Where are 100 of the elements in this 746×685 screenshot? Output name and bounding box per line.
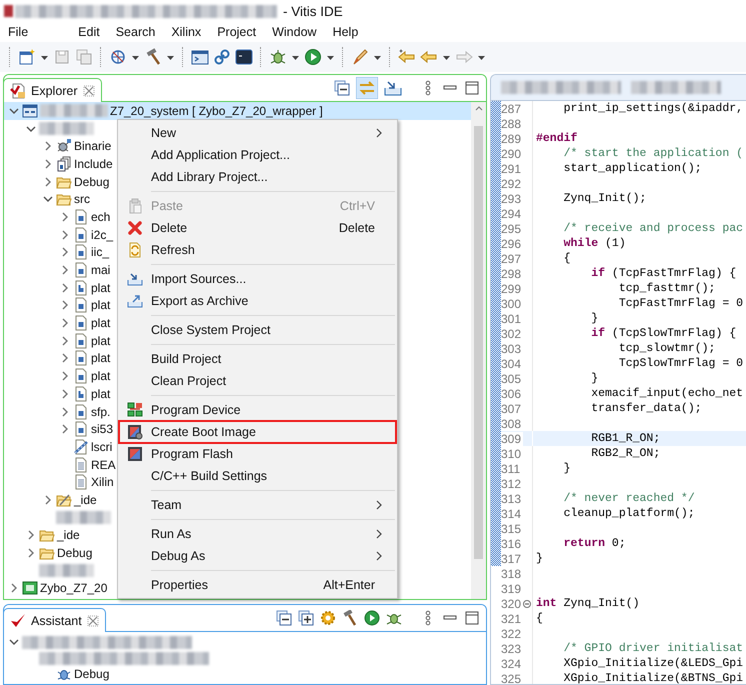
fold-icon[interactable] [523, 598, 531, 608]
line-number: 320 [501, 596, 522, 610]
tree-item[interactable]: i2c_ [4, 226, 114, 244]
tree-item[interactable]: plat [4, 296, 110, 314]
menu[interactable]: Help [324, 25, 366, 39]
menu-item[interactable]: Properties Alt+Enter [118, 574, 397, 596]
code-line: XGpio_Initialize(&LEDS_Gpi [562, 657, 744, 670]
line-number: 308 [501, 416, 522, 430]
code-line: tcp_fasttmr(); [618, 282, 716, 295]
tree-item[interactable]: Z7_20_system [ Zybo_Z7_20_wrapper ] [4, 102, 471, 120]
tree-item[interactable]: plat [4, 367, 110, 385]
new-file-icon[interactable] [18, 48, 36, 66]
binaries-icon [56, 138, 72, 154]
tree-item[interactable]: _ide [4, 526, 80, 544]
code-line: cleanup_platform(); [562, 507, 696, 520]
expand-all-icon[interactable] [298, 610, 314, 626]
board-icon [22, 580, 38, 596]
hammer-icon[interactable] [144, 48, 162, 66]
menu-item[interactable]: New [118, 122, 397, 144]
code-line: } [562, 462, 572, 475]
line-number: 297 [501, 252, 522, 266]
code-line: /* receive and process pac [562, 222, 744, 235]
tree-item[interactable]: si53 [4, 420, 114, 438]
menu-item[interactable]: Team [118, 494, 397, 516]
tree-item[interactable]: Zybo_Z7_20 [4, 580, 108, 598]
maximize-icon[interactable] [464, 610, 480, 626]
tree-item[interactable]: mai [4, 261, 110, 279]
menu-item[interactable]: Build Project [118, 348, 397, 370]
menu[interactable]: Window [264, 25, 325, 39]
menu[interactable]: Project [209, 25, 264, 39]
import-icon[interactable] [384, 80, 402, 96]
hammer-icon[interactable] [342, 610, 358, 626]
boot-image-icon [126, 424, 142, 440]
tree-item[interactable]: Debug [4, 544, 92, 562]
line-number: 310 [501, 446, 522, 460]
gear-icon[interactable] [320, 610, 336, 626]
assistant-tab[interactable]: Assistant [4, 608, 106, 632]
c-file-icon [73, 332, 89, 349]
tree-item[interactable]: plat [4, 314, 110, 332]
explorer-tab[interactable]: Explorer [4, 78, 102, 102]
console-icon[interactable] [235, 48, 253, 66]
tree-item[interactable]: ech [4, 208, 110, 226]
run-icon[interactable] [304, 48, 322, 66]
tree-item[interactable]: _ide [4, 491, 97, 509]
code-line: while (1) [562, 237, 627, 250]
refresh-icon [126, 242, 142, 258]
link-icon[interactable] [213, 48, 231, 66]
tree-item[interactable]: plat [4, 350, 110, 368]
tree-item[interactable]: plat [4, 332, 110, 350]
c-file-icon [73, 226, 89, 243]
menu-item[interactable]: Program Device [118, 399, 397, 421]
code-line: if (TcpSlowTmrFlag) { [590, 327, 738, 340]
menu-item[interactable]: Program Flash [118, 443, 397, 465]
globe-icon[interactable] [109, 48, 127, 66]
menu-item[interactable]: Import Sources... [118, 268, 397, 290]
line-number: 303 [501, 342, 522, 356]
run-icon[interactable] [364, 610, 380, 626]
terminal-icon[interactable] [191, 48, 209, 66]
menu-item[interactable]: Add Application Project... [118, 144, 397, 166]
menu-item[interactable]: Close System Project [118, 319, 397, 341]
menu[interactable]: Xilinx [163, 25, 210, 39]
code-line: print_ip_settings(&ipaddr, [562, 102, 744, 115]
h-file-icon [73, 386, 89, 402]
menu[interactable]: Search [108, 25, 164, 39]
maximize-icon[interactable] [464, 80, 480, 96]
menu-item[interactable]: Refresh [118, 239, 397, 261]
line-number: 302 [501, 326, 522, 340]
tree-item[interactable]: REA [4, 456, 116, 474]
scroll-up-icon[interactable] [474, 104, 484, 112]
collapse-all-icon[interactable] [334, 80, 350, 96]
scrollbar-thumb[interactable] [474, 126, 483, 559]
tree-item[interactable]: lscri [4, 438, 112, 456]
close-icon[interactable] [82, 84, 95, 96]
menu-item[interactable]: Add Library Project... [118, 166, 397, 188]
menu[interactable]: File [0, 25, 36, 39]
tree-item[interactable]: sfp. [4, 402, 110, 420]
bug-icon[interactable] [269, 48, 287, 66]
menu-item[interactable]: Delete Delete [118, 217, 397, 239]
c-file-icon [73, 421, 89, 438]
scrollbar[interactable] [471, 102, 486, 599]
close-icon[interactable] [86, 614, 99, 626]
menu-item[interactable]: Export as Archive [118, 290, 397, 312]
tree-item[interactable]: Debug [4, 172, 110, 190]
tree-item[interactable]: plat [4, 278, 110, 297]
menu-item[interactable]: C/C++ Build Settings [118, 465, 397, 487]
tree-item[interactable]: Include [4, 155, 113, 173]
tree-item[interactable]: plat [4, 385, 110, 403]
collapse-all-icon[interactable] [276, 610, 292, 626]
menu-item[interactable]: Clean Project [118, 370, 397, 392]
tree-item[interactable]: Binarie [4, 137, 112, 156]
menu-item[interactable]: Run As [118, 523, 397, 545]
import-icon [126, 271, 142, 287]
tree-item[interactable]: Debug [4, 666, 110, 682]
tree-item[interactable]: iic_ [4, 244, 110, 262]
menu[interactable]: Edit [70, 25, 108, 39]
menu-item[interactable]: Debug As [118, 545, 397, 567]
tree-item[interactable]: src [4, 190, 90, 208]
menu-item[interactable]: Create Boot Image [118, 421, 397, 443]
tree-item[interactable]: Xilin [4, 473, 114, 492]
c-file-icon [73, 350, 89, 366]
